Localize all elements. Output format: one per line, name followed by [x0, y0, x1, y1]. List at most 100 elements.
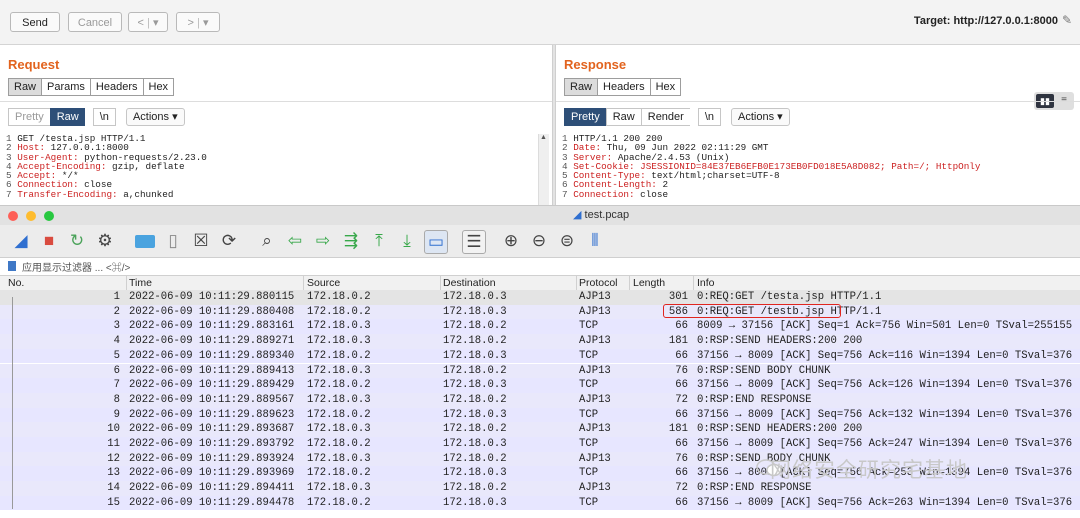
- close-file-icon[interactable]: ☒: [190, 230, 212, 252]
- find-packet-icon[interactable]: ⌕: [256, 230, 278, 252]
- scroll-up-icon[interactable]: ▲: [540, 134, 548, 142]
- save-file-icon[interactable]: ▯: [162, 230, 184, 252]
- packet-no: 14: [107, 482, 120, 495]
- packet-row[interactable]: 5 2022-06-09 10:11:29.889340 172.18.0.2 172…: [0, 348, 1080, 364]
- start-capture-icon[interactable]: ◢: [10, 230, 32, 252]
- request-panel: Request Raw Params Headers Hex Pretty Ra…: [0, 45, 552, 205]
- open-file-icon[interactable]: [135, 235, 155, 248]
- packet-dst: 172.18.0.3: [443, 379, 507, 392]
- minimize-window-icon[interactable]: [26, 211, 36, 221]
- go-forward-icon[interactable]: ⇨: [312, 230, 334, 252]
- packet-proto: TCP: [579, 379, 599, 392]
- packet-proto: TCP: [579, 496, 599, 509]
- request-tab-hex[interactable]: Hex: [142, 78, 175, 96]
- packet-no: 12: [107, 452, 120, 465]
- packet-proto: AJP13: [579, 482, 611, 495]
- header-name: Connection:: [573, 188, 635, 200]
- last-packet-icon[interactable]: ⤓: [396, 230, 418, 252]
- packet-time: 2022-06-09 10:11:29.893924: [129, 452, 295, 465]
- packet-row[interactable]: 9 2022-06-09 10:11:29.889623 172.18.0.2 172…: [0, 407, 1080, 423]
- packet-row[interactable]: 11 2022-06-09 10:11:29.893792 172.18.0.2 17…: [0, 437, 1080, 452]
- column-info[interactable]: Info: [697, 277, 715, 289]
- response-editor[interactable]: 1 HTTP/1.1 200 200 2 Date: Thu, 09 Jun 20…: [562, 134, 1074, 205]
- normal-size-icon[interactable]: ⊜: [556, 230, 578, 252]
- bookmark-icon[interactable]: [8, 261, 16, 271]
- packet-row[interactable]: 7 2022-06-09 10:11:29.889429 172.18.0.2 172…: [0, 378, 1080, 393]
- packet-row[interactable]: 8 2022-06-09 10:11:29.889567 172.18.0.3 172…: [0, 392, 1080, 408]
- packet-no: 9: [113, 408, 120, 421]
- packet-time: 2022-06-09 10:11:29.883161: [129, 320, 295, 333]
- forward-history-icon: ▾: [202, 17, 209, 29]
- shark-fin-icon: ◢: [573, 209, 582, 221]
- colorize-icon[interactable]: ☰: [462, 230, 486, 254]
- request-newline-toggle[interactable]: \n: [92, 108, 116, 126]
- packet-time: 2022-06-09 10:11:29.894411: [129, 482, 295, 495]
- go-to-packet-icon[interactable]: ⇶: [340, 230, 362, 252]
- column-destination[interactable]: Destination: [443, 277, 496, 289]
- resize-columns-icon[interactable]: ⫴: [584, 230, 606, 252]
- column-length[interactable]: Length: [633, 277, 665, 289]
- column-separator: [303, 276, 304, 290]
- send-button[interactable]: Send: [10, 12, 60, 32]
- stop-capture-icon[interactable]: ■: [38, 230, 60, 252]
- column-separator: [126, 276, 127, 290]
- response-newline-toggle[interactable]: \n: [697, 108, 722, 126]
- autoscroll-icon[interactable]: ▭: [424, 230, 448, 254]
- conversation-bracket: [12, 297, 13, 509]
- display-filter-bar[interactable]: [0, 258, 1080, 276]
- column-no[interactable]: No.: [8, 277, 24, 289]
- response-tab-hex[interactable]: Hex: [649, 78, 682, 96]
- restart-capture-icon[interactable]: ↻: [66, 230, 88, 252]
- request-tab-headers[interactable]: Headers: [89, 78, 143, 96]
- request-raw-toggle[interactable]: Raw: [49, 108, 85, 126]
- zoom-in-icon[interactable]: ⊕: [500, 230, 522, 252]
- reload-file-icon[interactable]: ⟳: [218, 230, 240, 252]
- request-pretty-toggle[interactable]: Pretty: [8, 108, 50, 126]
- back-button[interactable]: < | ▾: [128, 12, 168, 32]
- response-actions-button[interactable]: Actions ▾: [731, 108, 790, 126]
- packet-row[interactable]: 15 2022-06-09 10:11:29.894478 172.18.0.2 17…: [0, 495, 1080, 511]
- request-actions-button[interactable]: Actions ▾: [125, 108, 185, 126]
- packet-row[interactable]: 2 2022-06-09 10:11:29.880408 172.18.0.2 172…: [0, 304, 1080, 320]
- display-filter-input[interactable]: 应用显示过滤器 ... <⌘/>: [22, 259, 130, 274]
- pencil-icon[interactable]: ✎: [1062, 13, 1076, 29]
- close-window-icon[interactable]: [8, 211, 18, 221]
- packet-time: 2022-06-09 10:11:29.880408: [129, 305, 295, 318]
- response-tab-raw[interactable]: Raw: [564, 78, 598, 96]
- cancel-button[interactable]: Cancel: [68, 12, 122, 32]
- packet-time: 2022-06-09 10:11:29.889340: [129, 349, 295, 362]
- header-name: Transfer-Encoding:: [17, 188, 118, 200]
- packet-row[interactable]: 3 2022-06-09 10:11:29.883161 172.18.0.3 172…: [0, 319, 1080, 335]
- packet-row[interactable]: 10 2022-06-09 10:11:29.893687 172.18.0.3 17…: [0, 422, 1080, 437]
- packet-row[interactable]: 4 2022-06-09 10:11:29.889271 172.18.0.3 172…: [0, 334, 1080, 349]
- column-time[interactable]: Time: [129, 277, 152, 289]
- packet-len: 66: [675, 496, 688, 509]
- packet-src: 172.18.0.2: [307, 408, 371, 421]
- packet-no: 2: [113, 305, 120, 318]
- response-tab-headers[interactable]: Headers: [597, 78, 650, 96]
- column-protocol[interactable]: Protocol: [579, 277, 618, 289]
- go-back-icon[interactable]: ⇦: [284, 230, 306, 252]
- packet-row[interactable]: 6 2022-06-09 10:11:29.889413 172.18.0.3 172…: [0, 363, 1080, 379]
- capture-options-icon[interactable]: ⚙: [94, 230, 116, 252]
- packet-len: 66: [675, 408, 688, 421]
- first-packet-icon[interactable]: ⤒: [368, 230, 390, 252]
- packet-time: 2022-06-09 10:11:29.893687: [129, 423, 295, 436]
- response-pretty-toggle[interactable]: Pretty: [564, 108, 606, 126]
- request-tab-params[interactable]: Params: [41, 78, 90, 96]
- packet-row[interactable]: 1 2022-06-09 10:11:29.880115 172.18.0.2 172…: [0, 290, 1080, 305]
- zoom-out-icon[interactable]: ⊖: [528, 230, 550, 252]
- forward-button[interactable]: > | ▾: [176, 12, 220, 32]
- request-view-toolbar: Pretty Raw \n Actions ▾: [8, 108, 185, 126]
- request-tab-raw[interactable]: Raw: [8, 78, 42, 96]
- response-render-toggle[interactable]: Render: [640, 108, 690, 126]
- packet-len: 72: [675, 393, 688, 406]
- column-source[interactable]: Source: [307, 277, 340, 289]
- packet-len: 301: [668, 291, 688, 303]
- packet-no: 13: [107, 467, 120, 480]
- response-raw-toggle[interactable]: Raw: [605, 108, 641, 126]
- zoom-window-icon[interactable]: [44, 211, 54, 221]
- request-editor[interactable]: 1 GET /testa.jsp HTTP/1.1 2 Host: 127.0.0…: [6, 134, 536, 205]
- packet-len: 72: [675, 482, 688, 495]
- request-scrollbar[interactable]: ▲: [538, 134, 549, 205]
